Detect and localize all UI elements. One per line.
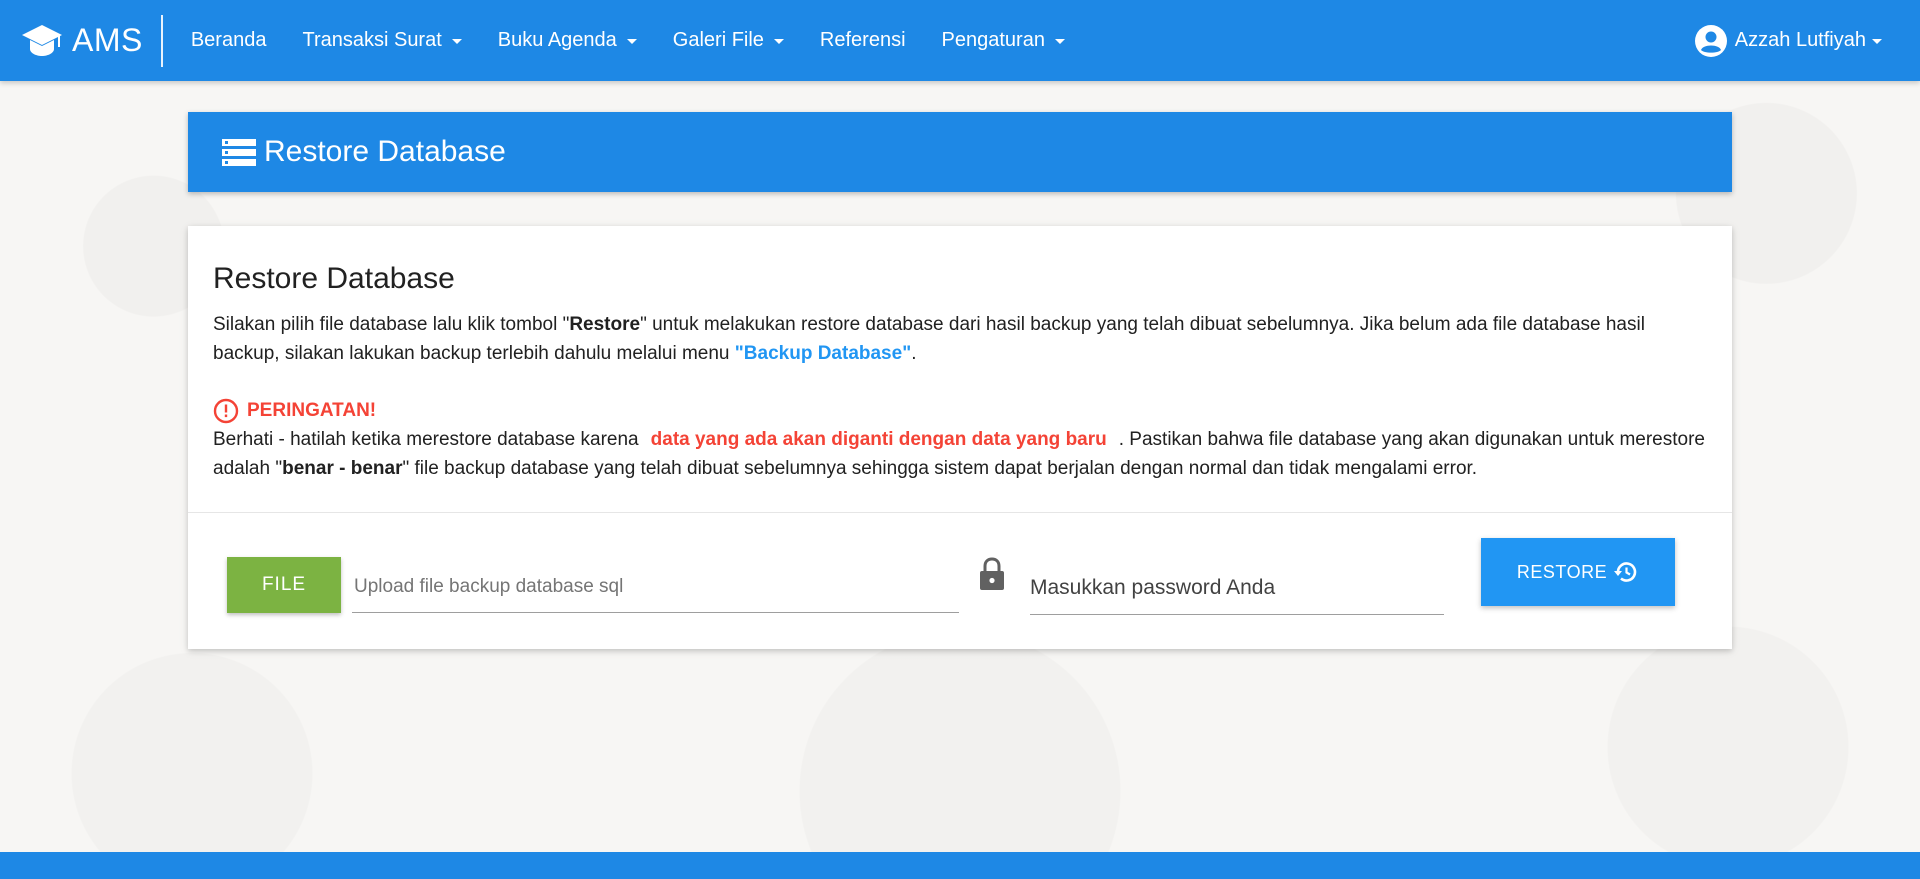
user-name: Azzah Lutfiyah: [1734, 29, 1866, 51]
brand-name: AMS: [72, 22, 143, 58]
description: Silakan pilih file database lalu klik to…: [213, 310, 1707, 368]
brand-logo[interactable]: AMS: [0, 14, 163, 67]
caret-down-icon: [1872, 39, 1882, 44]
nav-item-label: Pengaturan: [941, 29, 1045, 51]
caret-down-icon: [773, 39, 784, 44]
nav-item-label: Referensi: [819, 29, 906, 51]
nav-item-label: Transaksi Surat: [302, 29, 442, 51]
warning-text: Berhati - hatilah ketika merestore datab…: [213, 425, 1707, 483]
caret-down-icon: [626, 39, 637, 44]
password-input[interactable]: [1030, 561, 1444, 615]
nav-item-label: Galeri File: [672, 29, 764, 51]
nav-item-buku-agenda[interactable]: Buku Agenda: [480, 0, 655, 81]
page-header: Restore Database: [188, 112, 1732, 192]
warning-heading: PERINGATAN!: [213, 396, 1707, 425]
restore-form: FILE Upload file backup database sql RES…: [188, 512, 1732, 649]
main-menu: Beranda Transaksi Surat Buku Agenda Gale…: [173, 0, 1083, 81]
caret-down-icon: [451, 39, 462, 44]
restore-history-icon: [1613, 559, 1639, 585]
backup-database-link[interactable]: "Backup Database": [735, 343, 911, 364]
warning-text-part: Berhati - hatilah ketika merestore datab…: [213, 429, 639, 450]
nav-item-pengaturan[interactable]: Pengaturan: [924, 0, 1083, 81]
restore-button-label: RESTORE: [1516, 561, 1608, 582]
caret-down-icon: [1054, 39, 1065, 44]
restore-card: Restore Database Silakan pilih file data…: [188, 226, 1732, 649]
card-title: Restore Database: [213, 262, 455, 295]
nav-item-galeri-file[interactable]: Galeri File: [655, 0, 802, 81]
page-title: Restore Database: [264, 135, 506, 168]
nav-item-referensi[interactable]: Referensi: [802, 0, 924, 81]
warning-highlight: data yang ada akan diganti dengan data y…: [650, 429, 1107, 450]
nav-item-beranda[interactable]: Beranda: [173, 0, 285, 81]
error-outline-icon: [213, 398, 239, 424]
warning-title: PERINGATAN!: [247, 399, 377, 421]
warning-bold: benar - benar: [282, 458, 403, 479]
lock-icon: [978, 557, 1006, 591]
account-circle-icon: [1694, 24, 1727, 57]
file-path-input[interactable]: Upload file backup database sql: [352, 561, 959, 613]
description-text: Silakan pilih file database lalu klik to…: [213, 314, 570, 335]
restore-button[interactable]: RESTORE: [1481, 538, 1675, 606]
graduation-cap-icon: [20, 21, 64, 61]
nav-item-label: Buku Agenda: [497, 29, 617, 51]
description-text: .: [911, 343, 917, 364]
top-navbar: AMS Beranda Transaksi Surat Buku Agenda …: [0, 0, 1920, 81]
description-bold: Restore: [569, 314, 641, 335]
nav-item-transaksi-surat[interactable]: Transaksi Surat: [284, 0, 479, 81]
file-button[interactable]: FILE: [227, 557, 341, 613]
nav-item-label: Beranda: [190, 29, 267, 51]
card-content: Restore Database Silakan pilih file data…: [188, 226, 1732, 483]
warning-text-part: " file backup database yang telah dibuat…: [402, 458, 1478, 479]
footer-bar: [0, 852, 1920, 879]
storage-icon: [222, 138, 256, 166]
user-menu[interactable]: Azzah Lutfiyah: [1694, 0, 1882, 81]
